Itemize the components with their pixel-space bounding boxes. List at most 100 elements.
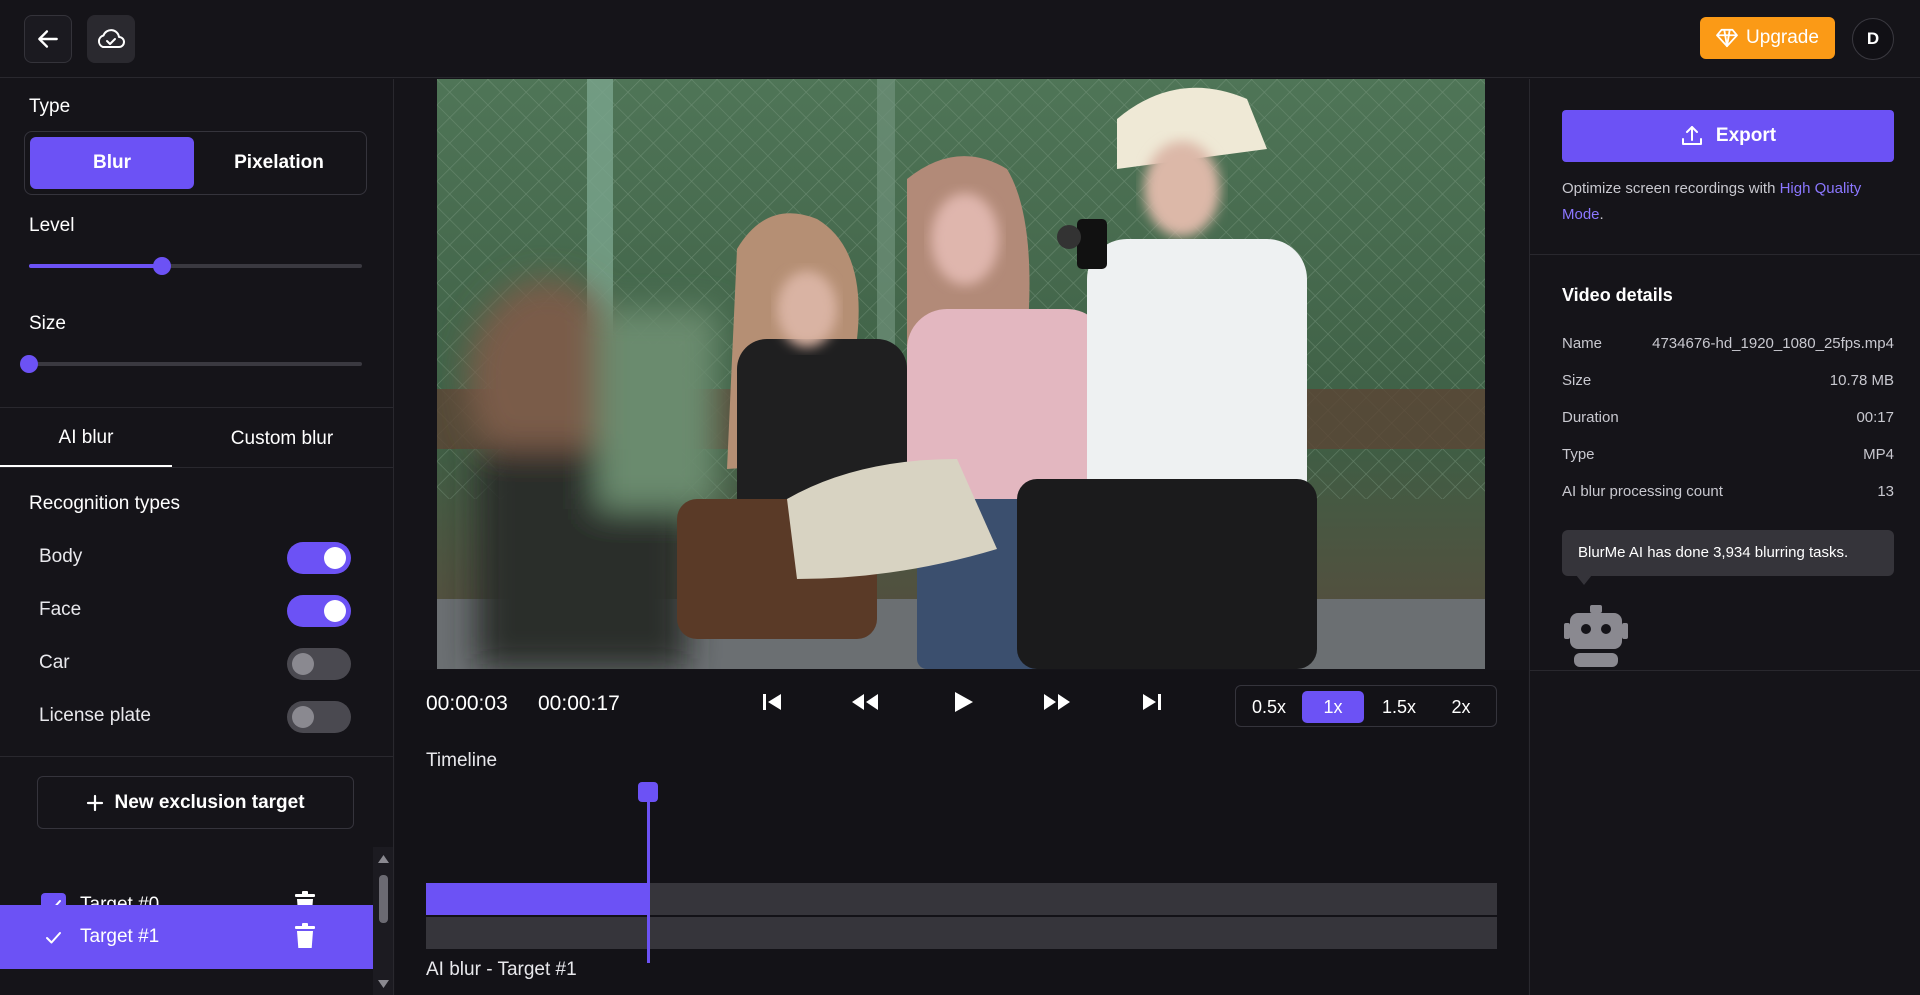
speed-2x[interactable]: 2x (1430, 691, 1492, 723)
tab-custom-blur[interactable]: Custom blur (200, 411, 364, 467)
skip-to-start-button[interactable] (760, 690, 784, 719)
level-label: Level (29, 215, 75, 236)
editor-center: 00:00:03 00:00:17 0.5x 1x 1.5x 2x Timeli… (395, 79, 1528, 995)
playback-speed-selector: 0.5x 1x 1.5x 2x (1235, 685, 1497, 727)
target-row-selected[interactable]: Target #1 (0, 905, 373, 969)
target-track[interactable] (426, 917, 1497, 949)
detail-key: Size (1562, 372, 1592, 389)
toggle-knob (324, 547, 346, 569)
body-toggle[interactable] (287, 542, 351, 574)
detail-row-size: Size 10.78 MB (1562, 372, 1894, 389)
avatar-letter: D (1866, 29, 1880, 48)
new-exclusion-target-button[interactable]: New exclusion target (37, 776, 354, 829)
scroll-up-icon[interactable] (378, 855, 389, 863)
hint-text: Optimize screen recordings with (1562, 180, 1776, 197)
recognition-row-body: Body (39, 542, 359, 574)
detail-row-name: Name 4734676-hd_1920_1080_25fps.mp4 (1562, 335, 1894, 352)
recognition-label: Face (39, 599, 82, 620)
cloud-check-icon (97, 29, 125, 48)
left-panel: Type Blur Pixelation Level Size AI blur … (0, 79, 394, 995)
detail-value: 4734676-hd_1920_1080_25fps.mp4 (1652, 335, 1894, 352)
speed-0-5x[interactable]: 0.5x (1238, 691, 1300, 723)
timeline-label: Timeline (426, 750, 498, 771)
video-preview[interactable] (437, 79, 1485, 669)
detail-value: 00:17 (1856, 409, 1894, 426)
timeline-track[interactable] (426, 883, 1497, 915)
timeline-progress (426, 883, 648, 915)
ai-stats-bubble: BlurMe AI has done 3,934 blurring tasks. (1562, 530, 1894, 585)
upgrade-button[interactable]: Upgrade (1700, 17, 1835, 59)
level-slider[interactable] (29, 257, 362, 275)
type-pixelation-button[interactable]: Pixelation (197, 137, 361, 189)
size-slider-knob[interactable] (20, 355, 38, 373)
target-checkbox[interactable] (41, 925, 66, 950)
detail-row-ai-count: AI blur processing count 13 (1562, 483, 1894, 500)
right-panel: Export Optimize screen recordings with H… (1529, 79, 1920, 995)
divider (0, 756, 393, 757)
rewind-icon (852, 694, 878, 710)
cloud-save-button[interactable] (87, 15, 135, 63)
detail-key: Name (1562, 335, 1603, 352)
fast-forward-icon (1044, 694, 1070, 710)
playhead[interactable] (646, 791, 650, 963)
toggle-knob (324, 600, 346, 622)
license-plate-toggle[interactable] (287, 701, 351, 733)
skip-to-end-button[interactable] (1140, 690, 1164, 719)
detail-value: 10.78 MB (1829, 372, 1894, 389)
fast-forward-button[interactable] (1042, 690, 1072, 719)
upgrade-label: Upgrade (1746, 27, 1819, 48)
diamond-icon (1716, 28, 1738, 48)
back-button[interactable] (24, 15, 72, 63)
detail-key: Duration (1562, 409, 1619, 426)
target-name: Target #1 (80, 926, 160, 947)
delete-target-button[interactable] (295, 923, 315, 954)
type-blur-button[interactable]: Blur (30, 137, 194, 189)
video-details-title: Video details (1562, 285, 1673, 305)
detail-key: AI blur processing count (1562, 483, 1723, 500)
recognition-row-face: Face (39, 595, 359, 627)
recognition-types-label: Recognition types (29, 493, 181, 514)
type-label: Type (29, 96, 71, 117)
recognition-row-license-plate: License plate (39, 701, 359, 733)
skip-start-icon (763, 694, 781, 710)
recognition-label: Body (39, 546, 83, 567)
export-label: Export (1715, 125, 1777, 146)
current-time: 00:00:03 (426, 692, 508, 715)
hint-suffix: . (1599, 206, 1604, 223)
size-label: Size (29, 313, 66, 334)
level-slider-fill (29, 264, 163, 268)
detail-value: MP4 (1863, 446, 1894, 463)
scrollbar-thumb[interactable] (379, 875, 388, 923)
size-slider[interactable] (20, 355, 362, 373)
plus-icon (87, 794, 104, 811)
robot-icon (1564, 605, 1628, 667)
check-icon (46, 931, 61, 943)
arrow-left-icon (38, 30, 58, 48)
user-avatar[interactable]: D (1852, 18, 1894, 60)
scroll-down-icon[interactable] (378, 980, 389, 988)
play-button[interactable] (952, 690, 974, 719)
tab-ai-blur[interactable]: AI blur (0, 411, 172, 467)
detail-key: Type (1562, 446, 1595, 463)
video-frame-image (437, 79, 1485, 669)
car-toggle[interactable] (287, 648, 351, 680)
type-selector: Blur Pixelation (24, 131, 367, 195)
recognition-row-car: Car (39, 648, 359, 680)
face-toggle[interactable] (287, 595, 351, 627)
recognition-label: Car (39, 652, 70, 673)
divider (1530, 254, 1920, 255)
upload-icon (1681, 126, 1702, 145)
divider (0, 467, 393, 468)
detail-row-type: Type MP4 (1562, 446, 1894, 463)
level-slider-knob[interactable] (153, 257, 172, 275)
export-button[interactable]: Export (1562, 110, 1894, 162)
divider (0, 407, 393, 408)
top-bar: Upgrade D (0, 0, 1920, 78)
trash-icon (295, 923, 315, 948)
divider (1530, 670, 1920, 671)
speed-1x[interactable]: 1x (1302, 691, 1364, 723)
speed-1-5x[interactable]: 1.5x (1368, 691, 1430, 723)
skip-end-icon (1143, 694, 1161, 710)
rewind-button[interactable] (850, 690, 880, 719)
targets-scrollbar[interactable] (373, 847, 393, 995)
